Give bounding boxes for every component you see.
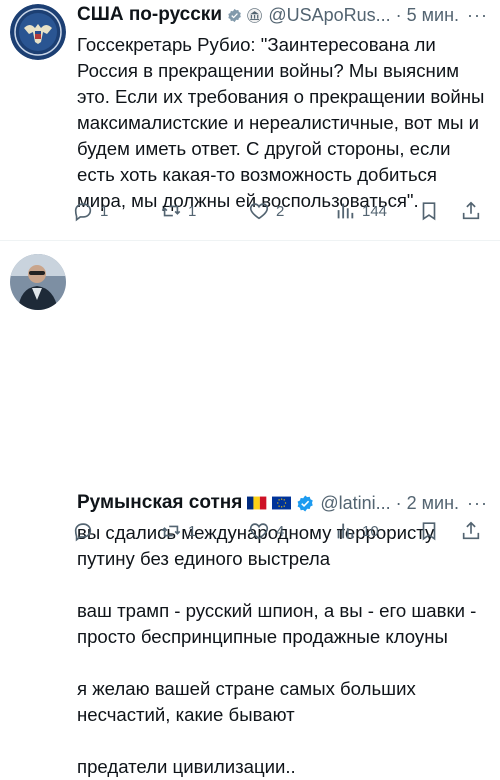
more-options-icon[interactable]: ··· <box>459 493 488 514</box>
views-button[interactable]: 144 <box>334 200 387 222</box>
bookmark-icon <box>422 522 436 541</box>
like-count: 4 <box>276 522 285 540</box>
reply-count: 1 <box>100 202 109 220</box>
repost-count: 1 <box>188 522 197 540</box>
repost-icon <box>161 205 181 217</box>
reply-button[interactable] <box>72 520 100 542</box>
tweet-actions: 1 1 2 144 <box>72 200 486 226</box>
like-button[interactable]: 2 <box>248 200 284 222</box>
bookmark-button[interactable] <box>418 200 440 222</box>
handle-and-time[interactable]: @latini... · 2 мин. <box>320 493 459 514</box>
share-icon <box>462 521 480 540</box>
tweet-actions: 1 4 10 <box>72 520 486 546</box>
avatar-state-department-seal[interactable] <box>10 4 66 60</box>
bookmark-button[interactable] <box>418 520 440 542</box>
tweet-text: вы сдались международному террористу пут… <box>77 522 477 777</box>
author-name[interactable]: Румынская сотня <box>77 492 242 514</box>
views-count: 144 <box>362 202 388 220</box>
verified-badge-icon <box>228 8 241 22</box>
user-photo-icon <box>10 254 66 310</box>
tweet-text: Госсекретарь Рубио: "Заинтересована ли Р… <box>77 34 485 211</box>
share-icon <box>462 201 480 220</box>
tweet-2[interactable]: Румынская сотня @latini... · 2 мин. ··· … <box>0 240 500 777</box>
like-button[interactable]: 4 <box>248 520 284 542</box>
repost-icon <box>161 525 181 537</box>
tweet-1[interactable]: США по-русски @USApoRus... · 5 мин. ··· … <box>0 0 500 240</box>
seal-icon <box>10 4 66 60</box>
like-icon <box>249 523 269 540</box>
like-count: 2 <box>276 202 285 220</box>
like-icon <box>249 203 269 220</box>
avatar-user-photo[interactable] <box>10 254 66 310</box>
repost-button[interactable]: 1 <box>160 520 196 542</box>
verified-badge-icon <box>297 494 313 512</box>
bookmark-icon <box>422 202 436 221</box>
eu-flag-icon <box>271 496 291 510</box>
gov-building-badge-icon <box>247 7 262 23</box>
handle-and-time[interactable]: @USApoRus... · 5 мин. <box>268 5 459 26</box>
repost-button[interactable]: 1 <box>160 200 196 222</box>
views-icon <box>337 203 354 219</box>
reply-icon <box>74 523 92 542</box>
reply-button[interactable]: 1 <box>72 200 108 222</box>
views-count: 10 <box>362 522 379 540</box>
share-button[interactable] <box>460 200 482 222</box>
author-name[interactable]: США по-русски <box>77 4 222 26</box>
views-icon <box>337 523 354 539</box>
repost-count: 1 <box>188 202 197 220</box>
reply-icon <box>74 203 92 222</box>
tweet-header: Румынская сотня @latini... · 2 мин. ··· <box>77 490 488 516</box>
share-button[interactable] <box>460 520 482 542</box>
romania-flag-icon <box>247 496 267 510</box>
more-options-icon[interactable]: ··· <box>459 5 488 26</box>
tweet-header: США по-русски @USApoRus... · 5 мин. ··· <box>77 2 488 28</box>
views-button[interactable]: 10 <box>334 520 379 542</box>
